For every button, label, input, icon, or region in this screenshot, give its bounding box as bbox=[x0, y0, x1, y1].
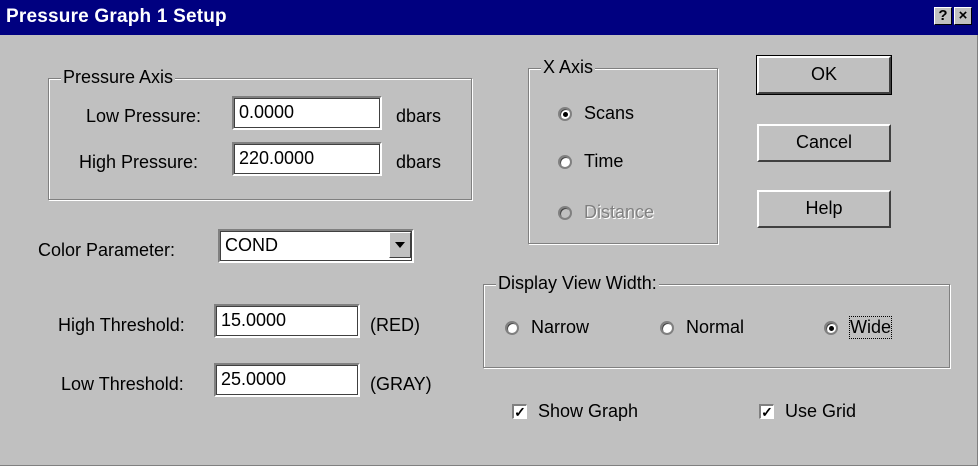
high-pressure-input[interactable]: 220.0000 bbox=[232, 142, 382, 176]
low-pressure-label: Low Pressure: bbox=[86, 106, 202, 126]
radio-wide-indicator[interactable] bbox=[824, 321, 838, 335]
low-threshold-label: Low Threshold: bbox=[61, 374, 184, 394]
title-bar[interactable]: Pressure Graph 1 Setup ? × bbox=[0, 0, 978, 35]
dialog-window: Pressure Graph 1 Setup ? × Pressure Axis… bbox=[0, 0, 978, 466]
radio-narrow-indicator[interactable] bbox=[505, 321, 519, 335]
radio-time-indicator[interactable] bbox=[558, 155, 572, 169]
radio-distance-label: Distance bbox=[584, 202, 655, 222]
radio-scans-indicator[interactable] bbox=[558, 107, 572, 121]
help-icon[interactable]: ? bbox=[934, 7, 952, 25]
use-grid-checkbox[interactable]: ✓ bbox=[759, 404, 774, 419]
display-view-width-legend: Display View Width: bbox=[496, 273, 659, 294]
radio-wide-label[interactable]: Wide bbox=[848, 316, 893, 339]
low-pressure-input[interactable]: 0.0000 bbox=[232, 96, 382, 130]
pressure-axis-legend: Pressure Axis bbox=[61, 67, 176, 88]
close-icon[interactable]: × bbox=[954, 7, 972, 25]
high-threshold-note: (RED) bbox=[370, 315, 420, 335]
x-axis-legend: X Axis bbox=[541, 57, 596, 78]
radio-distance-indicator bbox=[558, 206, 572, 220]
high-pressure-unit: dbars bbox=[396, 152, 442, 172]
use-grid-label[interactable]: Use Grid bbox=[785, 401, 856, 422]
color-parameter-select[interactable]: COND bbox=[218, 229, 414, 263]
high-pressure-label: High Pressure: bbox=[79, 152, 199, 172]
radio-normal-label[interactable]: Normal bbox=[686, 317, 744, 338]
radio-normal-indicator[interactable] bbox=[660, 321, 674, 335]
low-pressure-unit: dbars bbox=[396, 106, 442, 126]
chevron-down-icon[interactable] bbox=[389, 232, 411, 258]
color-parameter-value: COND bbox=[225, 235, 278, 255]
window-title: Pressure Graph 1 Setup bbox=[6, 6, 227, 27]
radio-time-label[interactable]: Time bbox=[584, 151, 623, 172]
show-graph-checkbox[interactable]: ✓ bbox=[512, 404, 527, 419]
high-threshold-label: High Threshold: bbox=[58, 315, 185, 335]
high-threshold-input[interactable]: 15.0000 bbox=[214, 304, 360, 338]
cancel-button[interactable]: Cancel bbox=[757, 124, 891, 162]
radio-narrow-label[interactable]: Narrow bbox=[531, 317, 589, 338]
radio-scans-label[interactable]: Scans bbox=[584, 103, 634, 124]
help-button[interactable]: Help bbox=[757, 190, 891, 228]
color-parameter-label: Color Parameter: bbox=[38, 240, 176, 260]
show-graph-label[interactable]: Show Graph bbox=[538, 401, 638, 422]
low-threshold-input[interactable]: 25.0000 bbox=[214, 363, 360, 397]
ok-button[interactable]: OK bbox=[756, 55, 892, 95]
low-threshold-note: (GRAY) bbox=[370, 374, 432, 394]
